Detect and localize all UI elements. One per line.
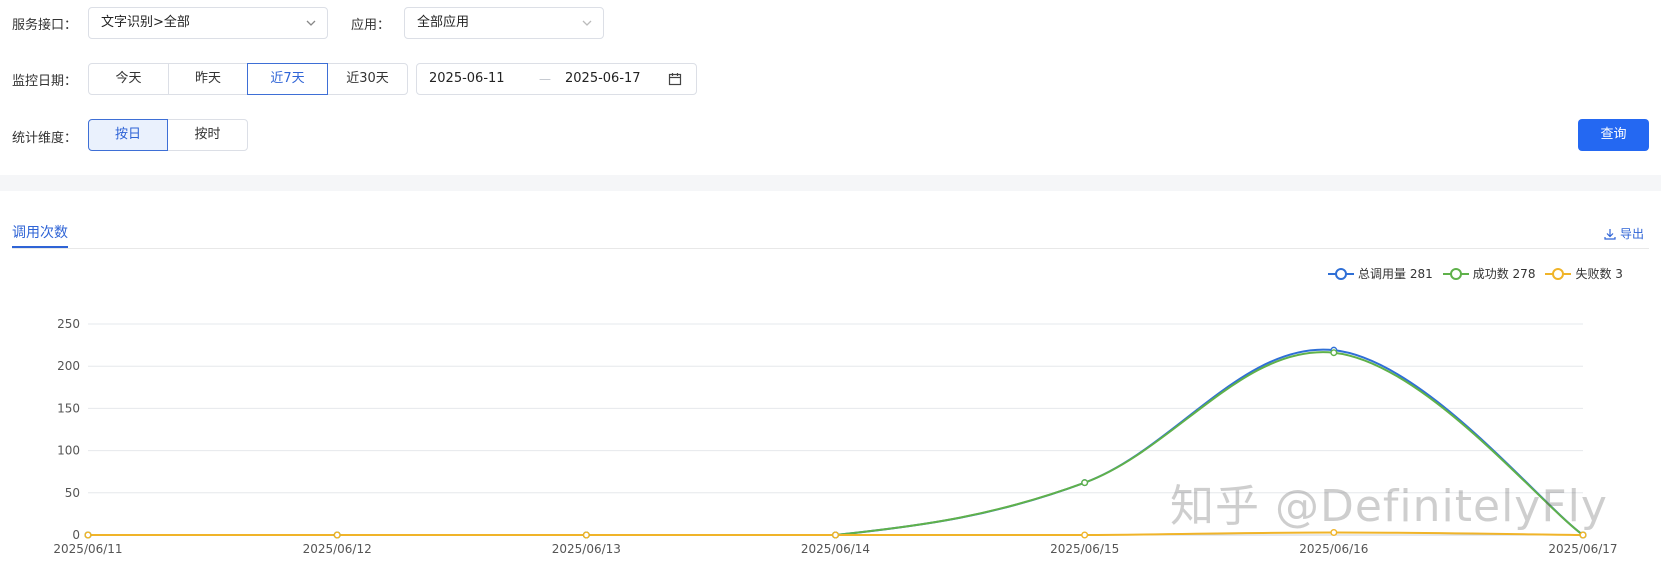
legend-marker-icon xyxy=(1328,268,1354,280)
y-tick-label: 50 xyxy=(65,486,80,500)
x-tick-label: 2025/06/14 xyxy=(801,542,870,556)
dimension-label: 统计维度： xyxy=(12,131,78,146)
date-option-last30[interactable]: 近30天 xyxy=(327,63,408,95)
service-select-value: 文字识别>全部 xyxy=(101,15,190,30)
app-select-value: 全部应用 xyxy=(417,15,470,30)
date-separator: — xyxy=(539,72,551,86)
chevron-down-icon xyxy=(306,20,316,26)
date-label: 监控日期： xyxy=(12,74,78,89)
app-label: 应用： xyxy=(351,18,391,33)
export-label: 导出 xyxy=(1620,227,1645,241)
legend-marker-icon xyxy=(1545,268,1572,280)
chart-legend: 总调用量 281 成功数 278 失败数 3 xyxy=(1328,265,1633,285)
data-point xyxy=(832,531,840,539)
data-point xyxy=(84,531,92,539)
x-tick-label: 2025/06/16 xyxy=(1299,542,1368,556)
legend-label: 总调用量 281 xyxy=(1358,267,1433,281)
dimension-option-day[interactable]: 按日 xyxy=(88,119,168,151)
y-tick-label: 250 xyxy=(57,317,80,331)
service-select[interactable]: 文字识别>全部 xyxy=(88,7,328,39)
data-point xyxy=(1081,531,1089,539)
download-icon xyxy=(1604,229,1616,240)
dimension-option-hour[interactable]: 按时 xyxy=(167,119,248,151)
y-tick-label: 200 xyxy=(57,359,80,373)
chevron-down-icon xyxy=(582,20,592,26)
service-label: 服务接口： xyxy=(12,18,78,33)
data-point xyxy=(582,531,590,539)
x-tick-label: 2025/06/11 xyxy=(53,542,122,556)
data-point xyxy=(1330,349,1338,357)
data-point xyxy=(1081,479,1089,487)
legend-label: 失败数 3 xyxy=(1575,267,1623,281)
data-point xyxy=(333,531,341,539)
query-button[interactable]: 查询 xyxy=(1578,119,1649,151)
date-option-today[interactable]: 今天 xyxy=(88,63,169,95)
tabs-baseline xyxy=(12,248,1649,249)
date-end[interactable]: 2025-06-17 xyxy=(565,64,641,94)
legend-label: 成功数 278 xyxy=(1472,267,1536,281)
legend-item[interactable]: 总调用量 281 xyxy=(1328,265,1433,282)
legend-item[interactable]: 成功数 278 xyxy=(1442,265,1536,282)
export-button[interactable]: 导出 xyxy=(1604,225,1644,242)
x-tick-label: 2025/06/15 xyxy=(1050,542,1119,556)
legend-item[interactable]: 失败数 3 xyxy=(1545,265,1623,282)
date-range-picker[interactable]: 2025-06-11 — 2025-06-17 xyxy=(416,63,697,95)
date-option-last7[interactable]: 近7天 xyxy=(247,63,328,95)
y-tick-label: 0 xyxy=(72,528,80,542)
y-tick-label: 100 xyxy=(57,444,80,458)
legend-marker-icon xyxy=(1442,268,1469,280)
calendar-icon[interactable] xyxy=(668,72,682,86)
app-select[interactable]: 全部应用 xyxy=(404,7,604,39)
date-option-yesterday[interactable]: 昨天 xyxy=(168,63,248,95)
x-tick-label: 2025/06/13 xyxy=(552,542,621,556)
section-divider xyxy=(0,175,1661,191)
watermark-text: 知乎 @DefinitelyFly xyxy=(1170,481,1608,532)
tab-call-count[interactable]: 调用次数 xyxy=(12,222,68,242)
x-tick-label: 2025/06/12 xyxy=(303,542,372,556)
x-tick-label: 2025/06/17 xyxy=(1548,542,1617,556)
date-start[interactable]: 2025-06-11 xyxy=(429,64,505,94)
y-tick-label: 150 xyxy=(57,401,80,415)
